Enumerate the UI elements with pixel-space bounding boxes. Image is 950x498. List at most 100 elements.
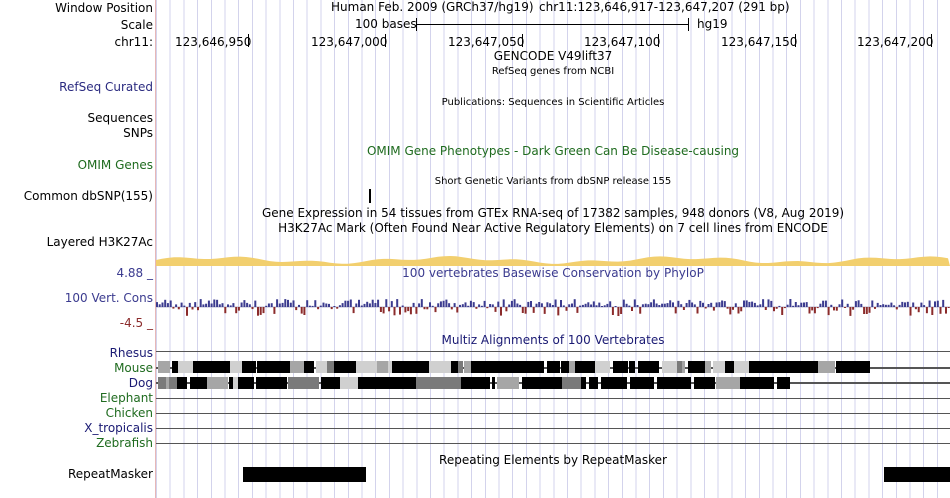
alignment-block[interactable] [230, 361, 242, 373]
species-label-chicken[interactable]: Chicken [106, 406, 153, 420]
alignment-block[interactable] [437, 377, 461, 389]
alignment-block[interactable] [290, 361, 304, 373]
refseq-track-title[interactable]: RefSeq genes from NCBI [156, 66, 950, 77]
alignment-block[interactable] [400, 361, 410, 373]
alignment-block[interactable] [595, 361, 610, 373]
alignment-block[interactable] [190, 377, 207, 389]
species-label-dog[interactable]: Dog [129, 376, 153, 390]
alignment-block[interactable] [613, 361, 621, 373]
alignment-block[interactable] [716, 377, 740, 389]
repeat-element[interactable] [243, 467, 366, 482]
alignment-block[interactable] [662, 361, 677, 373]
phylop-track-label[interactable]: 100 Vert. Cons [65, 291, 153, 305]
phylop-track-title[interactable]: 100 vertebrates Basewise Conservation by… [156, 266, 950, 280]
alignment-block[interactable] [734, 361, 749, 373]
species-label-rhesus[interactable]: Rhesus [110, 346, 153, 360]
alignment-block[interactable] [265, 377, 287, 389]
h3k27ac-track-title[interactable]: H3K27Ac Mark (Often Found Near Active Re… [156, 221, 950, 235]
alignment-block[interactable] [515, 361, 531, 373]
alignment-block[interactable] [493, 361, 515, 373]
alignment-block[interactable] [682, 361, 685, 373]
alignment-block[interactable] [547, 361, 560, 373]
alignment-block[interactable] [334, 361, 356, 373]
alignment-block[interactable] [530, 377, 554, 389]
alignment-block[interactable] [531, 361, 544, 373]
alignment-block[interactable] [327, 361, 334, 373]
alignment-block[interactable] [392, 361, 400, 373]
alignment-block[interactable] [654, 361, 659, 373]
alignment-block[interactable] [193, 361, 202, 373]
alignment-block[interactable] [867, 361, 870, 373]
refseq-curated-label[interactable]: RefSeq Curated [59, 80, 153, 94]
alignment-block[interactable] [581, 377, 586, 389]
species-label-mouse[interactable]: Mouse [114, 361, 153, 375]
alignment-block[interactable] [207, 377, 228, 389]
alignment-block[interactable] [657, 377, 681, 389]
omim-track-title[interactable]: OMIM Gene Phenotypes - Dark Green Can Be… [156, 144, 950, 158]
gencode-track-title[interactable]: GENCODE V49lift37 [156, 49, 950, 63]
alignment-block[interactable] [562, 377, 570, 389]
alignment-block[interactable] [777, 377, 790, 389]
dbsnp-variant-mark[interactable] [369, 189, 371, 203]
publications-track-title[interactable]: Publications: Sequences in Scientific Ar… [156, 97, 950, 108]
alignment-block[interactable] [497, 377, 519, 389]
species-label-x-tropicalis[interactable]: X_tropicalis [84, 421, 153, 435]
alignment-block[interactable] [321, 377, 340, 389]
species-label-elephant[interactable]: Elephant [100, 391, 153, 405]
alignment-block[interactable] [621, 361, 628, 373]
species-label-zebrafish[interactable]: Zebrafish [96, 436, 153, 450]
alignment-block[interactable] [419, 377, 437, 389]
alignment-block[interactable] [694, 377, 715, 389]
alignment-block[interactable] [385, 377, 403, 389]
alignment-block[interactable] [688, 361, 705, 373]
repeat-element[interactable] [884, 467, 950, 482]
alignment-block[interactable] [316, 361, 327, 373]
alignment-block[interactable] [629, 361, 635, 373]
alignment-block[interactable] [853, 361, 867, 373]
alignment-block[interactable] [561, 361, 569, 373]
alignment-block[interactable] [554, 377, 562, 389]
alignment-block[interactable] [403, 377, 416, 389]
alignment-block[interactable] [257, 361, 277, 373]
repeatmasker-track-title[interactable]: Repeating Elements by RepeatMasker [156, 453, 950, 467]
alignment-block[interactable] [451, 361, 458, 373]
common-dbsnp-label[interactable]: Common dbSNP(155) [24, 189, 153, 203]
dbsnp-track-title[interactable]: Short Genetic Variants from dbSNP releas… [156, 176, 950, 187]
alignment-block[interactable] [705, 361, 711, 373]
alignment-block[interactable] [766, 377, 774, 389]
snps-label[interactable]: SNPs [123, 126, 153, 140]
alignment-block[interactable] [178, 361, 193, 373]
alignment-block[interactable] [471, 361, 493, 373]
alignment-block[interactable] [464, 361, 471, 373]
alignment-block[interactable] [169, 377, 177, 389]
alignment-block[interactable] [836, 361, 853, 373]
alignment-block[interactable] [358, 377, 377, 389]
alignment-block[interactable] [458, 361, 463, 373]
alignment-block[interactable] [570, 377, 581, 389]
alignment-block[interactable] [713, 361, 725, 373]
alignment-block[interactable] [790, 361, 814, 373]
omim-genes-label[interactable]: OMIM Genes [78, 158, 153, 172]
alignment-block[interactable] [307, 377, 319, 389]
alignment-block[interactable] [681, 377, 691, 389]
alignment-block[interactable] [746, 377, 766, 389]
alignment-block[interactable] [638, 361, 654, 373]
alignment-block[interactable] [601, 377, 617, 389]
sequences-label[interactable]: Sequences [88, 111, 153, 125]
alignment-block[interactable] [288, 377, 307, 389]
alignment-block[interactable] [575, 361, 595, 373]
alignment-block[interactable] [158, 377, 166, 389]
alignment-block[interactable] [221, 361, 230, 373]
alignment-block[interactable] [340, 377, 358, 389]
alignment-block[interactable] [158, 361, 170, 373]
alignment-block[interactable] [377, 377, 385, 389]
alignment-block[interactable] [277, 361, 290, 373]
alignment-block[interactable] [202, 361, 221, 373]
alignment-block[interactable] [617, 377, 627, 389]
repeatmasker-label[interactable]: RepeatMasker [68, 467, 153, 481]
alignment-block[interactable] [177, 377, 187, 389]
layered-h3k27ac-label[interactable]: Layered H3K27Ac [47, 235, 153, 249]
alignment-block[interactable] [749, 361, 766, 373]
alignment-block[interactable] [468, 377, 490, 389]
alignment-block[interactable] [429, 361, 451, 373]
